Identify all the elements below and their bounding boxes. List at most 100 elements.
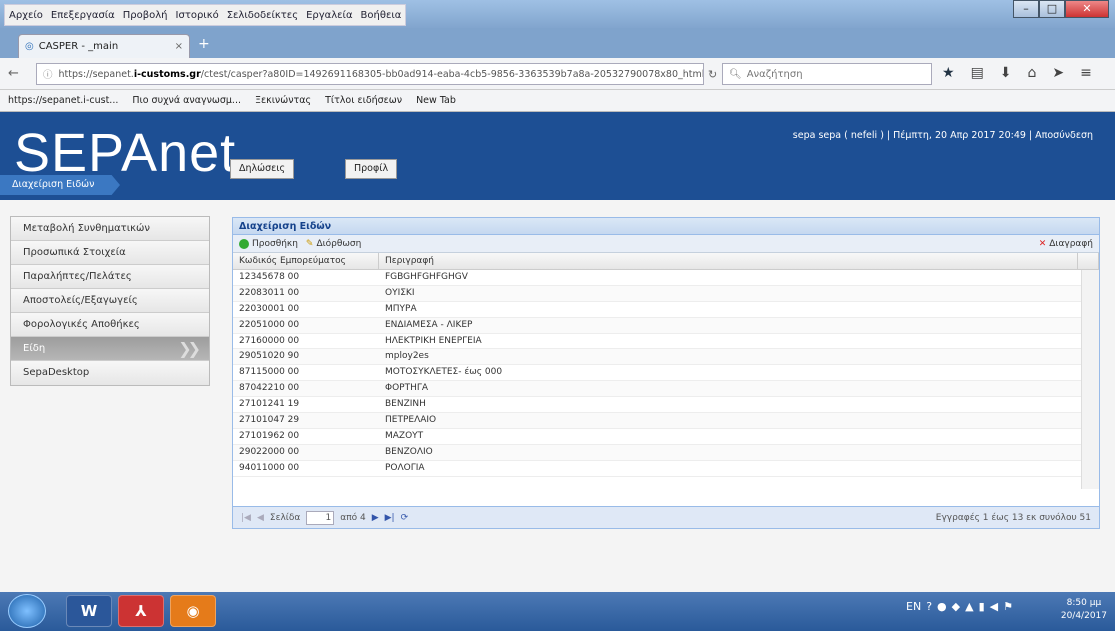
language-indicator[interactable]: EN bbox=[906, 600, 921, 613]
tray-icon[interactable]: ● bbox=[937, 600, 947, 613]
sidebar-item-items[interactable]: Είδη ❯❯ bbox=[11, 337, 209, 361]
table-row[interactable]: 94011000 00 ΡΟΛΟΓΙΑ bbox=[233, 461, 1099, 477]
table-row[interactable]: 29022000 00 ΒΕΝΖΟΛΙΟ bbox=[233, 444, 1099, 461]
delete-label: Διαγραφή bbox=[1049, 238, 1093, 249]
firefox-app-icon[interactable]: ◉ bbox=[170, 595, 216, 627]
acrobat-app-icon[interactable]: ⅄ bbox=[118, 595, 164, 627]
sidebar-item-label: Είδη bbox=[23, 343, 46, 354]
search-input[interactable]: 🔍︎ Αναζήτηση bbox=[722, 63, 932, 85]
library-icon[interactable]: ▤ bbox=[971, 65, 984, 81]
tray-icon[interactable]: ▲ bbox=[965, 600, 973, 613]
bookmark-news-headlines[interactable]: Τίτλοι ειδήσεων bbox=[325, 95, 402, 106]
cell-code: 22030001 00 bbox=[239, 303, 300, 314]
bookmark-star-icon[interactable]: ★ bbox=[942, 65, 955, 81]
items-grid-panel: Διαχείριση Ειδών Προσθήκη ✎ Διόρθωση ✕ Δια… bbox=[232, 217, 1100, 529]
windows-taskbar: W ⅄ ◉ EN ? ● ◆ ▲ ▮ ◀ ⚑ 8:50 μμ 20/4/2017 bbox=[0, 592, 1115, 631]
back-icon[interactable]: ← bbox=[8, 66, 19, 81]
bookmark-sepanet[interactable]: https://sepanet.i-cust... bbox=[8, 95, 118, 106]
table-row[interactable]: 27101962 00 ΜΑΖΟΥΤ bbox=[233, 429, 1099, 445]
menu-bookmarks[interactable]: Σελιδοδείκτες bbox=[227, 10, 298, 21]
sidebar-item-sepadesktop[interactable]: SepaDesktop bbox=[11, 361, 209, 385]
sidebar-item-change-password[interactable]: Μεταβολή Συνθηματικών bbox=[11, 217, 209, 241]
word-app-icon[interactable]: W bbox=[66, 595, 112, 627]
menu-view[interactable]: Προβολή bbox=[123, 10, 168, 21]
menu-file[interactable]: Αρχείο bbox=[9, 10, 43, 21]
edit-button[interactable]: ✎ Διόρθωση bbox=[306, 239, 361, 249]
maximize-button[interactable]: □ bbox=[1039, 0, 1065, 18]
table-row[interactable]: 87115000 00 ΜΟΤΟΣΥΚΛΕΤΕΣ- έως 000 bbox=[233, 365, 1099, 382]
sidebar-item-senders[interactable]: Αποστολείς/Εξαγωγείς bbox=[11, 289, 209, 313]
menu-history[interactable]: Ιστορικό bbox=[176, 10, 219, 21]
table-row[interactable]: 27101047 29 ΠΕΤΡΕΛΑΙΟ bbox=[233, 413, 1099, 429]
next-page-icon[interactable]: ▶ bbox=[372, 513, 379, 523]
url-bar[interactable]: ⓘ https://sepanet.i-customs.gr/ctest/cas… bbox=[36, 63, 704, 85]
table-row[interactable]: 27101241 19 ΒΕΝΖΙΝΗ bbox=[233, 397, 1099, 414]
delete-x-icon: ✕ bbox=[1038, 238, 1047, 249]
reload-icon[interactable]: ↻ bbox=[708, 68, 717, 81]
cell-code: 27101047 29 bbox=[239, 415, 300, 426]
bookmark-most-visited[interactable]: Πιο συχνά αναγνωσμ... bbox=[132, 95, 241, 106]
bookmarks-bar: https://sepanet.i-cust... Πιο συχνά αναγ… bbox=[0, 90, 1115, 112]
last-page-icon[interactable]: ▶| bbox=[385, 513, 395, 523]
delete-button[interactable]: ✕ Διαγραφή bbox=[1039, 239, 1093, 249]
cell-code: 29051020 90 bbox=[239, 351, 300, 362]
cell-description: ΗΛΕΚΤΡΙΚΗ ΕΝΕΡΓΕΙΑ bbox=[385, 335, 482, 346]
bookmark-new-tab[interactable]: New Tab bbox=[416, 95, 456, 106]
table-row[interactable]: 29051020 90 mploy2es bbox=[233, 349, 1099, 366]
volume-icon[interactable]: ◀ bbox=[990, 600, 998, 613]
cell-code: 12345678 00 bbox=[239, 272, 300, 282]
menu-tools[interactable]: Εργαλεία bbox=[306, 10, 352, 21]
cell-description: ΜΟΤΟΣΥΚΛΕΤΕΣ- έως 000 bbox=[385, 367, 503, 378]
site-header: SEPAnet Δηλώσεις Προφίλ sepa sepa ( nefe… bbox=[0, 112, 1115, 200]
home-icon[interactable]: ⌂ bbox=[1028, 65, 1037, 81]
page-number-input[interactable]: 1 bbox=[306, 510, 335, 525]
prev-page-icon[interactable]: ◀ bbox=[257, 513, 264, 523]
new-tab-icon[interactable]: + bbox=[198, 36, 210, 52]
page-label: Σελίδα bbox=[269, 512, 301, 523]
tab-close-icon[interactable]: × bbox=[175, 41, 183, 52]
menu-icon[interactable]: ≡ bbox=[1080, 65, 1092, 81]
send-icon[interactable]: ➤ bbox=[1052, 65, 1064, 81]
flag-icon[interactable]: ⚑ bbox=[1003, 600, 1013, 613]
network-icon[interactable]: ▮ bbox=[979, 600, 985, 613]
sidebar: Μεταβολή Συνθηματικών Προσωπικά Στοιχεία… bbox=[10, 216, 210, 386]
cell-description: ΜΠΥΡΑ bbox=[385, 303, 417, 314]
browser-tab[interactable]: ◎ CASPER - _main × bbox=[18, 34, 190, 58]
sidebar-item-recipients[interactable]: Παραλήπτες/Πελάτες bbox=[11, 265, 209, 289]
cell-code: 29022000 00 bbox=[239, 446, 300, 457]
profile-button[interactable]: Προφίλ bbox=[345, 159, 398, 179]
help-icon[interactable]: ? bbox=[926, 600, 932, 613]
table-row[interactable]: 22083011 00 ΟΥΙΣΚΙ bbox=[233, 285, 1099, 302]
page-of-total: από 4 bbox=[340, 512, 366, 523]
system-clock[interactable]: 8:50 μμ 20/4/2017 bbox=[1061, 597, 1107, 623]
refresh-icon[interactable]: ⟳ bbox=[401, 513, 409, 523]
tab-title: CASPER - _main bbox=[38, 41, 119, 52]
minimize-button[interactable]: – bbox=[1013, 0, 1039, 18]
grid-toolbar: Προσθήκη ✎ Διόρθωση ✕ Διαγραφή bbox=[233, 235, 1099, 253]
table-row[interactable]: 22030001 00 ΜΠΥΡΑ bbox=[233, 302, 1099, 318]
add-button[interactable]: Προσθήκη bbox=[239, 238, 298, 249]
menu-help[interactable]: Βοήθεια bbox=[361, 10, 402, 21]
sidebar-item-tax-warehouses[interactable]: Φορολογικές Αποθήκες bbox=[11, 313, 209, 337]
column-header-code[interactable]: Κωδικός Εμπορεύματος bbox=[233, 253, 379, 269]
system-tray: EN ? ● ◆ ▲ ▮ ◀ ⚑ bbox=[906, 600, 1013, 613]
close-window-button[interactable]: ✕ bbox=[1065, 0, 1109, 18]
cell-description: FGBGHFGHFGHGV bbox=[385, 272, 468, 282]
downloads-icon[interactable]: ⬇ bbox=[1000, 65, 1012, 81]
column-header-description[interactable]: Περιγραφή bbox=[379, 253, 1078, 269]
menu-edit[interactable]: Επεξεργασία bbox=[51, 10, 115, 21]
tray-icon[interactable]: ◆ bbox=[952, 600, 960, 613]
declarations-button[interactable]: Δηλώσεις bbox=[230, 159, 295, 179]
add-icon bbox=[239, 238, 249, 249]
edit-label: Διόρθωση bbox=[316, 238, 362, 249]
table-row[interactable]: 22051000 00 ΕΝΔΙΑΜΕΣΑ - ΛΙΚΕΡ bbox=[233, 317, 1099, 334]
table-row[interactable]: 27160000 00 ΗΛΕΚΤΡΙΚΗ ΕΝΕΡΓΕΙΑ bbox=[233, 334, 1099, 350]
bookmark-getting-started[interactable]: Ξεκινώντας bbox=[255, 95, 311, 106]
table-row[interactable]: 87042210 00 ΦΟΡΤΗΓΑ bbox=[233, 381, 1099, 398]
sidebar-item-personal-info[interactable]: Προσωπικά Στοιχεία bbox=[11, 241, 209, 265]
table-row[interactable]: 12345678 00 FGBGHFGHFGHGV bbox=[233, 270, 1099, 286]
start-button[interactable] bbox=[8, 594, 46, 628]
first-page-icon[interactable]: |◀ bbox=[241, 513, 251, 523]
grid-scrollbar[interactable] bbox=[1081, 270, 1099, 489]
site-info-icon[interactable]: ⓘ bbox=[43, 67, 53, 81]
